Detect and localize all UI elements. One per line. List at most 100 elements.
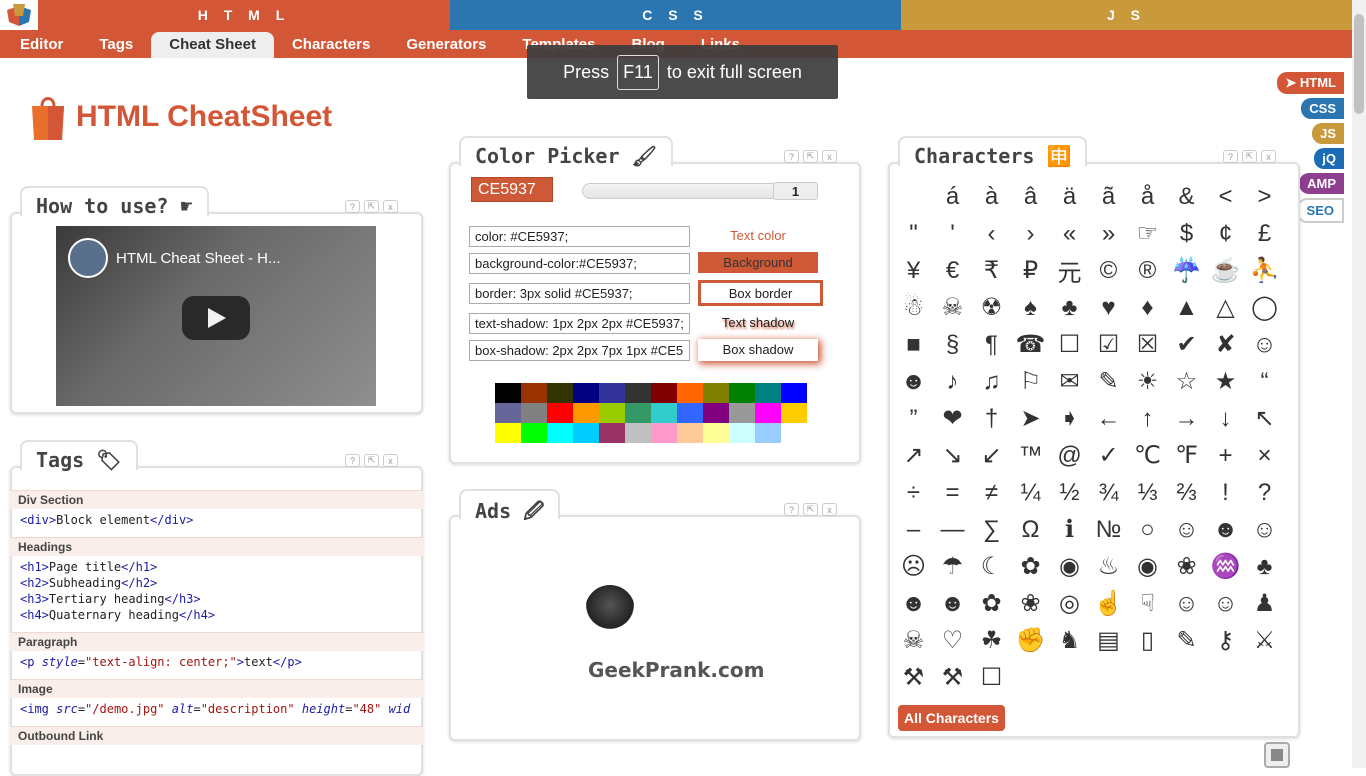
opacity-slider-value[interactable]: 1: [773, 182, 818, 200]
character-cell[interactable]: ○: [1128, 511, 1167, 548]
character-cell[interactable]: ☢: [972, 289, 1011, 326]
character-cell[interactable]: ☎: [1011, 326, 1050, 363]
css-text-shadow-input[interactable]: [469, 313, 690, 334]
character-cell[interactable]: ★: [1206, 363, 1245, 400]
scrollbar-thumb[interactable]: [1354, 14, 1364, 114]
color-swatch[interactable]: [729, 383, 755, 403]
color-swatch[interactable]: [781, 403, 807, 423]
character-cell[interactable]: ☃: [894, 289, 933, 326]
character-cell[interactable]: ¥: [894, 252, 933, 289]
character-cell[interactable]: ₹: [972, 252, 1011, 289]
badge-0[interactable]: ➤ HTML: [1277, 72, 1344, 94]
character-cell[interactable]: ←: [1089, 400, 1128, 437]
character-cell[interactable]: ↘: [933, 437, 972, 474]
character-cell[interactable]: ✔: [1167, 326, 1206, 363]
character-cell[interactable]: ♣: [1050, 289, 1089, 326]
color-swatch[interactable]: [651, 403, 677, 423]
character-cell[interactable]: ☆: [1167, 363, 1206, 400]
character-cell[interactable]: ä: [1050, 178, 1089, 215]
character-cell[interactable]: ☺: [1245, 326, 1284, 363]
character-cell[interactable]: ☐: [972, 659, 1011, 696]
character-cell[interactable]: €: [933, 252, 972, 289]
character-cell[interactable]: ›: [1011, 215, 1050, 252]
character-cell[interactable]: ⅓: [1128, 474, 1167, 511]
character-cell[interactable]: —: [933, 511, 972, 548]
character-cell[interactable]: ☻: [1206, 511, 1245, 548]
color-swatch[interactable]: [625, 403, 651, 423]
expand-icon[interactable]: ⇱: [364, 200, 379, 213]
page-scrollbar[interactable]: [1352, 0, 1366, 768]
character-cell[interactable]: ☾: [972, 548, 1011, 585]
character-cell[interactable]: ™: [1011, 437, 1050, 474]
character-cell[interactable]: ☕: [1206, 252, 1245, 289]
color-swatch[interactable]: [625, 383, 651, 403]
section-js-tab[interactable]: J S: [901, 0, 1352, 30]
character-cell[interactable]: ❤: [933, 400, 972, 437]
color-swatch[interactable]: [573, 423, 599, 443]
color-swatch[interactable]: [703, 403, 729, 423]
fly-ad-image[interactable]: [585, 585, 635, 635]
hex-value-field[interactable]: CE5937: [471, 177, 553, 202]
color-swatch[interactable]: [703, 423, 729, 443]
color-swatch[interactable]: [755, 383, 781, 403]
character-cell[interactable]: ⅔: [1167, 474, 1206, 511]
character-cell[interactable]: ½: [1050, 474, 1089, 511]
nav-editor[interactable]: Editor: [2, 32, 81, 58]
color-swatch[interactable]: [677, 383, 703, 403]
close-icon[interactable]: x: [822, 150, 837, 163]
character-cell[interactable]: 元: [1050, 252, 1089, 289]
character-cell[interactable]: №: [1089, 511, 1128, 548]
character-cell[interactable]: ☺: [1206, 585, 1245, 622]
character-cell[interactable]: ♟: [1245, 585, 1284, 622]
character-cell[interactable]: ”: [894, 400, 933, 437]
character-cell[interactable]: ÷: [894, 474, 933, 511]
character-cell[interactable]: ☻: [894, 585, 933, 622]
color-swatch[interactable]: [521, 423, 547, 443]
character-cell[interactable]: ✎: [1089, 363, 1128, 400]
color-swatch[interactable]: [677, 403, 703, 423]
character-cell[interactable]: ®: [1128, 252, 1167, 289]
character-cell[interactable]: $: [1167, 215, 1206, 252]
site-logo[interactable]: [0, 0, 38, 30]
character-cell[interactable]: ✎: [1167, 622, 1206, 659]
color-swatch[interactable]: [573, 383, 599, 403]
character-cell[interactable]: &: [1167, 178, 1206, 215]
character-cell[interactable]: ℉: [1167, 437, 1206, 474]
character-cell[interactable]: @: [1050, 437, 1089, 474]
character-cell[interactable]: ♪: [933, 363, 972, 400]
character-cell[interactable]: ✉: [1050, 363, 1089, 400]
character-cell[interactable]: ": [894, 215, 933, 252]
character-cell[interactable]: ☐: [1050, 326, 1089, 363]
character-cell[interactable]: Ω: [1011, 511, 1050, 548]
how-to-video[interactable]: HTML Cheat Sheet - H...: [56, 226, 376, 406]
character-cell[interactable]: –: [894, 511, 933, 548]
expand-icon[interactable]: ⇱: [364, 454, 379, 467]
character-cell[interactable]: ⛹: [1245, 252, 1284, 289]
character-cell[interactable]: →: [1167, 400, 1206, 437]
expand-icon[interactable]: ⇱: [803, 503, 818, 516]
character-cell[interactable]: ã: [1089, 178, 1128, 215]
color-swatch[interactable]: [599, 423, 625, 443]
badge-2[interactable]: JS: [1312, 123, 1344, 144]
character-cell[interactable]: å: [1128, 178, 1167, 215]
character-cell[interactable]: ∑: [972, 511, 1011, 548]
color-swatch[interactable]: [573, 403, 599, 423]
play-button-icon[interactable]: [182, 296, 250, 340]
character-cell[interactable]: ‹: [972, 215, 1011, 252]
character-cell[interactable]: ℹ: [1050, 511, 1089, 548]
nav-tags[interactable]: Tags: [81, 32, 151, 58]
character-cell[interactable]: △: [1206, 289, 1245, 326]
character-cell[interactable]: ◎: [1050, 585, 1089, 622]
character-cell[interactable]: ♞: [1050, 622, 1089, 659]
character-cell[interactable]: ↑: [1128, 400, 1167, 437]
character-cell[interactable]: ☺: [1167, 585, 1206, 622]
character-cell[interactable]: “: [1245, 363, 1284, 400]
character-cell[interactable]: ☠: [894, 622, 933, 659]
character-cell[interactable]: ☟: [1128, 585, 1167, 622]
character-cell[interactable]: ◉: [1128, 548, 1167, 585]
character-cell[interactable]: ⚐: [1011, 363, 1050, 400]
character-cell[interactable]: «: [1050, 215, 1089, 252]
character-cell[interactable]: +: [1206, 437, 1245, 474]
character-cell[interactable]: ↓: [1206, 400, 1245, 437]
character-cell[interactable]: ♦: [1128, 289, 1167, 326]
